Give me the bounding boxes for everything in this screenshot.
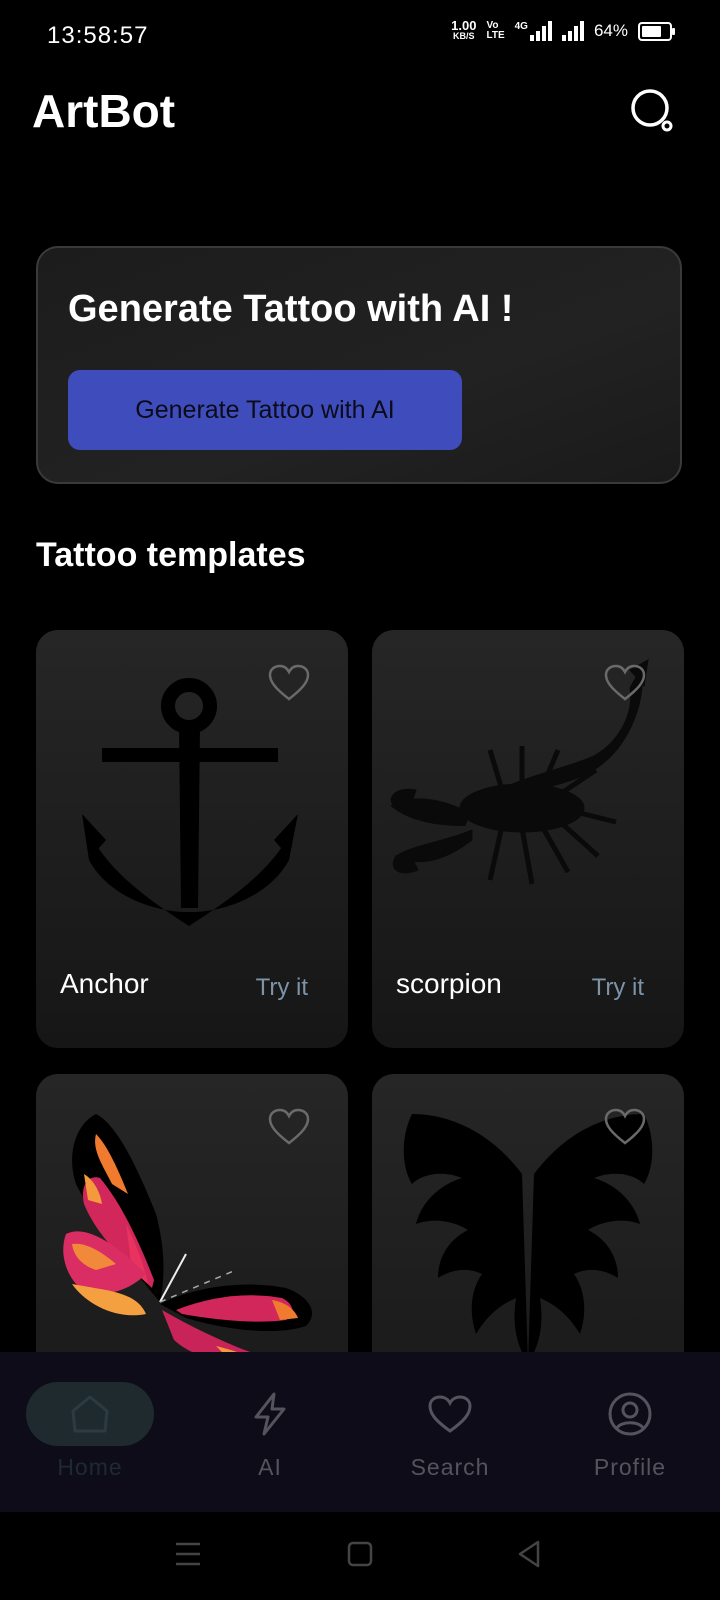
home-icon [26, 1382, 154, 1446]
favorite-heart-icon[interactable] [604, 664, 646, 702]
status-indicators: 1.00 KB/S Vo LTE 4G 64% [451, 18, 675, 42]
back-triangle-icon[interactable] [510, 1534, 550, 1574]
try-it-link[interactable]: Try it [592, 974, 644, 1002]
speed-value: 1.00 [451, 18, 477, 33]
battery-percent: 64% [593, 21, 628, 40]
favorite-heart-icon[interactable] [268, 664, 310, 702]
signal-2-icon [561, 21, 584, 41]
section-title-templates: Tattoo templates [36, 536, 306, 574]
nav-home[interactable]: Home [0, 1352, 180, 1512]
network-type: 4G [514, 21, 528, 32]
system-navigation-bar [0, 1512, 720, 1600]
heart-icon [386, 1382, 514, 1446]
profile-icon [566, 1382, 694, 1446]
signal-1-icon [529, 21, 552, 41]
lightning-icon [206, 1382, 334, 1446]
bottom-navigation: Home AI Search Profile [0, 1352, 720, 1512]
template-name: scorpion [396, 968, 502, 999]
nav-profile[interactable]: Profile [540, 1352, 720, 1512]
nav-label: Home [57, 1454, 123, 1480]
generate-card: Generate Tattoo with AI ! Generate Tatto… [36, 246, 682, 484]
try-it-link[interactable]: Try it [256, 974, 308, 1002]
favorite-heart-icon[interactable] [268, 1108, 310, 1146]
search-button[interactable] [630, 88, 676, 134]
battery-icon [638, 21, 675, 41]
template-card-anchor[interactable]: Anchor Try it [36, 630, 348, 1048]
status-time: 13:58:57 [47, 22, 149, 49]
speed-unit: KB/S [453, 31, 475, 41]
generate-tattoo-button[interactable]: Generate Tattoo with AI [68, 370, 462, 450]
favorite-heart-icon[interactable] [604, 1108, 646, 1146]
nav-label: Profile [593, 1454, 667, 1480]
status-bar: 13:58:57 1.00 KB/S Vo LTE 4G 64% [0, 0, 720, 72]
volte-indicator: Vo LTE [486, 21, 504, 41]
nav-search[interactable]: Search [360, 1352, 540, 1512]
app-title: ArtBot [32, 85, 176, 137]
search-icon [631, 89, 673, 132]
nav-ai[interactable]: AI [180, 1352, 360, 1512]
menu-icon[interactable] [168, 1534, 208, 1574]
network-speed: 1.00 KB/S [451, 18, 477, 42]
nav-label: Search [410, 1454, 490, 1480]
generate-card-title: Generate Tattoo with AI ! [68, 288, 514, 330]
template-name: Anchor [60, 968, 149, 999]
nav-label: AI [258, 1454, 282, 1480]
template-card-scorpion[interactable]: scorpion Try it [372, 630, 684, 1048]
volte-bottom: LTE [486, 30, 505, 41]
signal-4g: 4G [515, 21, 552, 41]
home-square-icon[interactable] [340, 1534, 380, 1574]
